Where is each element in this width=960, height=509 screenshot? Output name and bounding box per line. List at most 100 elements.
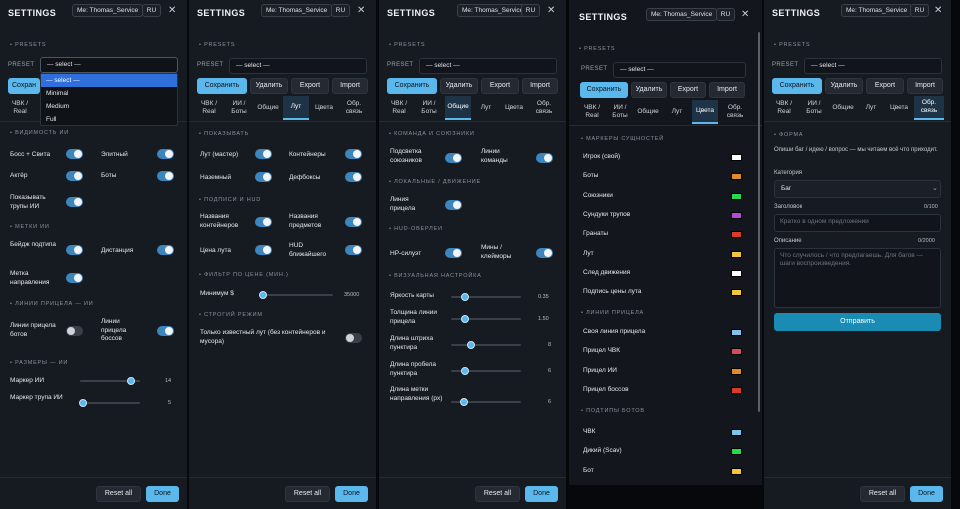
- toggle-actor[interactable]: [66, 171, 83, 181]
- user-badge[interactable]: Me: Thomas_Service: [72, 4, 144, 17]
- toggle-bot-lines[interactable]: [66, 326, 83, 336]
- close-icon[interactable]: ✕: [547, 6, 555, 16]
- slider-knob[interactable]: [461, 315, 469, 323]
- export-button[interactable]: Export: [670, 82, 706, 98]
- color-swatch[interactable]: [731, 348, 742, 356]
- toggle-hud-nearest[interactable]: [345, 245, 362, 255]
- slider-dash-length[interactable]: [451, 341, 521, 349]
- done-button[interactable]: Done: [910, 486, 943, 502]
- toggle-boss-lines[interactable]: [157, 326, 174, 336]
- preset-select[interactable]: — select —: [613, 62, 746, 78]
- color-swatch[interactable]: [731, 429, 742, 436]
- close-icon[interactable]: ✕: [168, 6, 176, 16]
- import-button[interactable]: Import: [332, 78, 368, 94]
- description-textarea[interactable]: Что случилось / что предлагаешь. Для баг…: [774, 248, 941, 308]
- toggle-badge[interactable]: [66, 245, 83, 255]
- export-button[interactable]: Export: [291, 78, 329, 94]
- toggle-strict[interactable]: [345, 333, 362, 343]
- tab-ai[interactable]: ИИ / Боты: [415, 96, 443, 120]
- preset-select[interactable]: — select —: [40, 57, 178, 73]
- scrollbar[interactable]: [758, 32, 760, 412]
- color-swatch[interactable]: [731, 269, 742, 277]
- delete-preset-button[interactable]: Удалить: [825, 78, 863, 94]
- language-button[interactable]: RU: [142, 4, 161, 17]
- tab-pmc[interactable]: ЧВК / Real: [6, 96, 34, 120]
- slider-map-brightness[interactable]: [451, 293, 521, 301]
- tab-feedback[interactable]: Обр. связь: [529, 96, 559, 120]
- color-swatch[interactable]: [731, 250, 742, 258]
- toggle-ground[interactable]: [255, 172, 272, 182]
- import-button[interactable]: Import: [522, 78, 558, 94]
- toggle-boss[interactable]: [66, 149, 83, 159]
- category-select[interactable]: Баг: [774, 180, 941, 198]
- dropdown-option[interactable]: Medium: [41, 100, 177, 113]
- language-button[interactable]: RU: [910, 4, 929, 17]
- done-button[interactable]: Done: [335, 486, 368, 502]
- save-preset-button[interactable]: Сохранить: [772, 78, 822, 94]
- toggle-bots[interactable]: [157, 171, 174, 181]
- color-swatch[interactable]: [731, 448, 742, 456]
- preset-select[interactable]: — select —: [229, 58, 367, 74]
- tab-feedback[interactable]: Обр. связь: [339, 96, 369, 120]
- delete-preset-button[interactable]: Удалить: [440, 78, 478, 94]
- tab-ai[interactable]: ИИ / Боты: [607, 100, 633, 124]
- tab-ai[interactable]: ИИ / Боты: [225, 96, 253, 120]
- done-button[interactable]: Done: [146, 486, 179, 502]
- toggle-show-bodies[interactable]: [66, 197, 83, 207]
- toggle-containers[interactable]: [345, 149, 362, 159]
- tab-general[interactable]: Общие: [445, 96, 471, 120]
- delete-preset-button[interactable]: Удалить: [250, 78, 288, 94]
- tab-general[interactable]: Общие: [635, 100, 661, 124]
- tab-pmc[interactable]: ЧВК / Real: [579, 100, 605, 124]
- tab-colors[interactable]: Цвета: [501, 96, 527, 120]
- slider-knob[interactable]: [466, 341, 475, 349]
- toggle-aim-line[interactable]: [445, 200, 462, 210]
- toggle-loot-price[interactable]: [255, 245, 272, 255]
- slider-knob[interactable]: [461, 293, 469, 301]
- color-swatch[interactable]: [731, 386, 742, 394]
- tab-feedback[interactable]: Обр. связь: [721, 100, 749, 124]
- language-button[interactable]: RU: [331, 4, 350, 17]
- reset-all-button[interactable]: Reset all: [860, 486, 905, 502]
- send-button[interactable]: Отправить: [774, 313, 941, 331]
- slider-direction-length[interactable]: [451, 398, 521, 406]
- slider-knob[interactable]: [127, 377, 135, 385]
- tab-colors[interactable]: Цвета: [886, 96, 912, 120]
- language-button[interactable]: RU: [716, 8, 735, 21]
- dropdown-option[interactable]: — select —: [41, 74, 177, 87]
- language-button[interactable]: RU: [521, 4, 540, 17]
- user-badge[interactable]: Me: Thomas_Service: [646, 8, 718, 21]
- tab-loot[interactable]: Лут: [858, 96, 884, 120]
- color-swatch[interactable]: [731, 192, 742, 200]
- save-preset-button[interactable]: Сохран: [8, 78, 40, 94]
- export-button[interactable]: Export: [866, 78, 904, 94]
- tab-feedback[interactable]: Обр. связь: [914, 96, 944, 120]
- tab-loot[interactable]: Лут: [665, 100, 689, 124]
- tab-general[interactable]: Общие: [255, 96, 281, 120]
- done-button[interactable]: Done: [525, 486, 558, 502]
- import-button[interactable]: Import: [907, 78, 943, 94]
- delete-preset-button[interactable]: Удалить: [631, 82, 667, 98]
- slider-knob[interactable]: [459, 398, 468, 406]
- color-swatch[interactable]: [731, 467, 742, 475]
- color-swatch[interactable]: [731, 173, 742, 181]
- tab-general[interactable]: Общие: [830, 96, 856, 120]
- color-swatch[interactable]: [731, 289, 742, 297]
- slider-gap-length[interactable]: [451, 367, 521, 375]
- reset-all-button[interactable]: Reset all: [285, 486, 330, 502]
- close-icon[interactable]: ✕: [934, 6, 942, 16]
- tab-pmc[interactable]: ЧВК / Real: [770, 96, 798, 120]
- reset-all-button[interactable]: Reset all: [96, 486, 141, 502]
- color-swatch[interactable]: [731, 329, 742, 336]
- user-badge[interactable]: Me: Thomas_Service: [261, 4, 333, 17]
- save-preset-button[interactable]: Сохранить: [197, 78, 247, 94]
- slider-aim-thickness[interactable]: [451, 315, 521, 323]
- dropdown-option[interactable]: Minimal: [41, 87, 177, 100]
- import-button[interactable]: Import: [709, 82, 745, 98]
- preset-select[interactable]: — select —: [804, 58, 942, 74]
- toggle-team-lines[interactable]: [536, 153, 553, 163]
- tab-loot[interactable]: Лут: [473, 96, 499, 120]
- toggle-ally-highlight[interactable]: [445, 153, 462, 163]
- export-button[interactable]: Export: [481, 78, 519, 94]
- color-swatch[interactable]: [731, 367, 742, 375]
